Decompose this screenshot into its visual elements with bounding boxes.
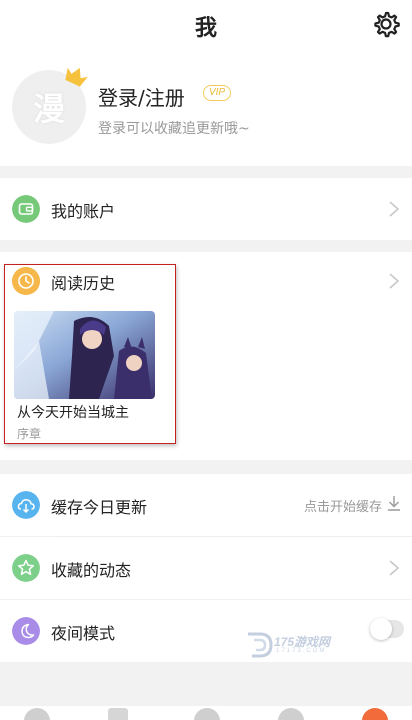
history-comic-chapter: 序章 — [17, 427, 42, 441]
avatar-placeholder-char: 漫 — [32, 90, 65, 128]
start-cache-action[interactable]: 点击开始缓存 — [304, 496, 382, 515]
wallet-icon — [12, 195, 40, 223]
history-comic-title[interactable]: 从今天开始当城主 — [17, 402, 129, 422]
crown-icon — [65, 67, 88, 87]
tab-home-icon[interactable] — [24, 708, 50, 720]
menu-item-cache[interactable]: 缓存今日更新 点击开始缓存 — [0, 474, 412, 536]
chevron-right-icon[interactable] — [388, 272, 400, 290]
menu-item-favorites-label: 收藏的动态 — [51, 561, 132, 580]
avatar[interactable]: 漫 — [12, 67, 88, 144]
menu-item-night-label: 夜间模式 — [51, 624, 116, 643]
gear-icon[interactable] — [372, 10, 400, 38]
watermark-logo-icon — [248, 632, 273, 658]
tab-category-icon[interactable] — [108, 708, 128, 720]
menu-item-cache-label: 缓存今日更新 — [51, 498, 148, 517]
bottom-tab-bar — [0, 706, 412, 720]
download-icon[interactable] — [386, 494, 402, 512]
chevron-right-icon — [389, 560, 400, 576]
cloud-download-icon — [12, 491, 40, 519]
menu-item-account-label: 我的账户 — [51, 202, 116, 221]
star-icon — [12, 554, 40, 582]
reading-history-section: 阅读历史 从今天开始当城主 序章 — [0, 252, 412, 460]
tab-bookshelf-icon[interactable] — [278, 708, 304, 720]
login-hint: 登录可以收藏追更新哦~ — [98, 121, 250, 137]
night-mode-toggle[interactable] — [370, 618, 404, 640]
menu-item-account[interactable]: 我的账户 — [0, 178, 412, 240]
comic-cover-image[interactable] — [14, 311, 155, 399]
chevron-right-icon — [389, 201, 400, 217]
tab-discover-icon[interactable] — [194, 708, 220, 720]
vip-badge: VIP — [203, 85, 231, 101]
moon-icon — [12, 617, 40, 645]
watermark: 175游戏网 17173.COM — [244, 630, 364, 660]
toggle-knob — [370, 618, 392, 640]
top-header: 我 — [0, 0, 412, 48]
profile-card[interactable]: 漫 登录/注册 VIP 登录可以收藏追更新哦~ — [0, 48, 412, 166]
page-title: 我 — [194, 16, 217, 41]
menu-item-favorites[interactable]: 收藏的动态 — [0, 537, 412, 599]
tab-me-icon[interactable] — [362, 708, 388, 720]
login-register-link[interactable]: 登录/注册 — [98, 82, 185, 111]
watermark-sub: 17173.COM — [276, 648, 327, 654]
